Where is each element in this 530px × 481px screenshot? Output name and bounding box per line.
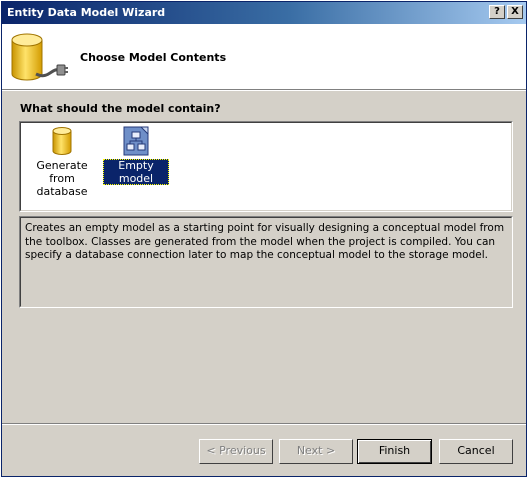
close-button[interactable]: X <box>507 5 523 19</box>
description-box: Creates an empty model as a starting poi… <box>19 216 513 308</box>
option-label-generate-line1: Generate from <box>36 159 88 185</box>
window-title: Entity Data Model Wizard <box>7 6 166 19</box>
wizard-header: Choose Model Contents <box>2 24 526 90</box>
footer-separator-highlight <box>2 424 526 425</box>
option-label-generate: Generate from database <box>23 159 101 198</box>
empty-model-icon <box>123 126 149 156</box>
option-generate-from-database[interactable]: Generate from database <box>23 125 101 198</box>
wizard-window: Entity Data Model Wizard ? X Choose Mode… <box>1 1 527 477</box>
option-label-empty: Empty model <box>103 159 169 185</box>
description-text: Creates an empty model as a starting poi… <box>20 217 512 307</box>
help-button[interactable]: ? <box>489 5 505 19</box>
finish-button[interactable]: Finish <box>357 439 432 464</box>
next-button[interactable]: Next > <box>279 439 353 464</box>
option-empty-model[interactable]: Empty model <box>103 125 169 185</box>
page-title: Choose Model Contents <box>80 51 227 64</box>
model-contents-list[interactable]: Generate from database Empty model <box>19 121 513 212</box>
header-divider <box>2 90 526 91</box>
option-label-generate-line2: database <box>36 185 88 198</box>
list-inner: Generate from database Empty model <box>20 122 512 211</box>
database-icon <box>52 127 72 155</box>
model-contents-label: What should the model contain? <box>20 102 221 115</box>
previous-button[interactable]: < Previous <box>199 439 273 464</box>
cancel-button[interactable]: Cancel <box>439 439 513 464</box>
database-plug-icon <box>11 33 68 81</box>
title-bar[interactable]: Entity Data Model Wizard ? X <box>2 2 526 24</box>
